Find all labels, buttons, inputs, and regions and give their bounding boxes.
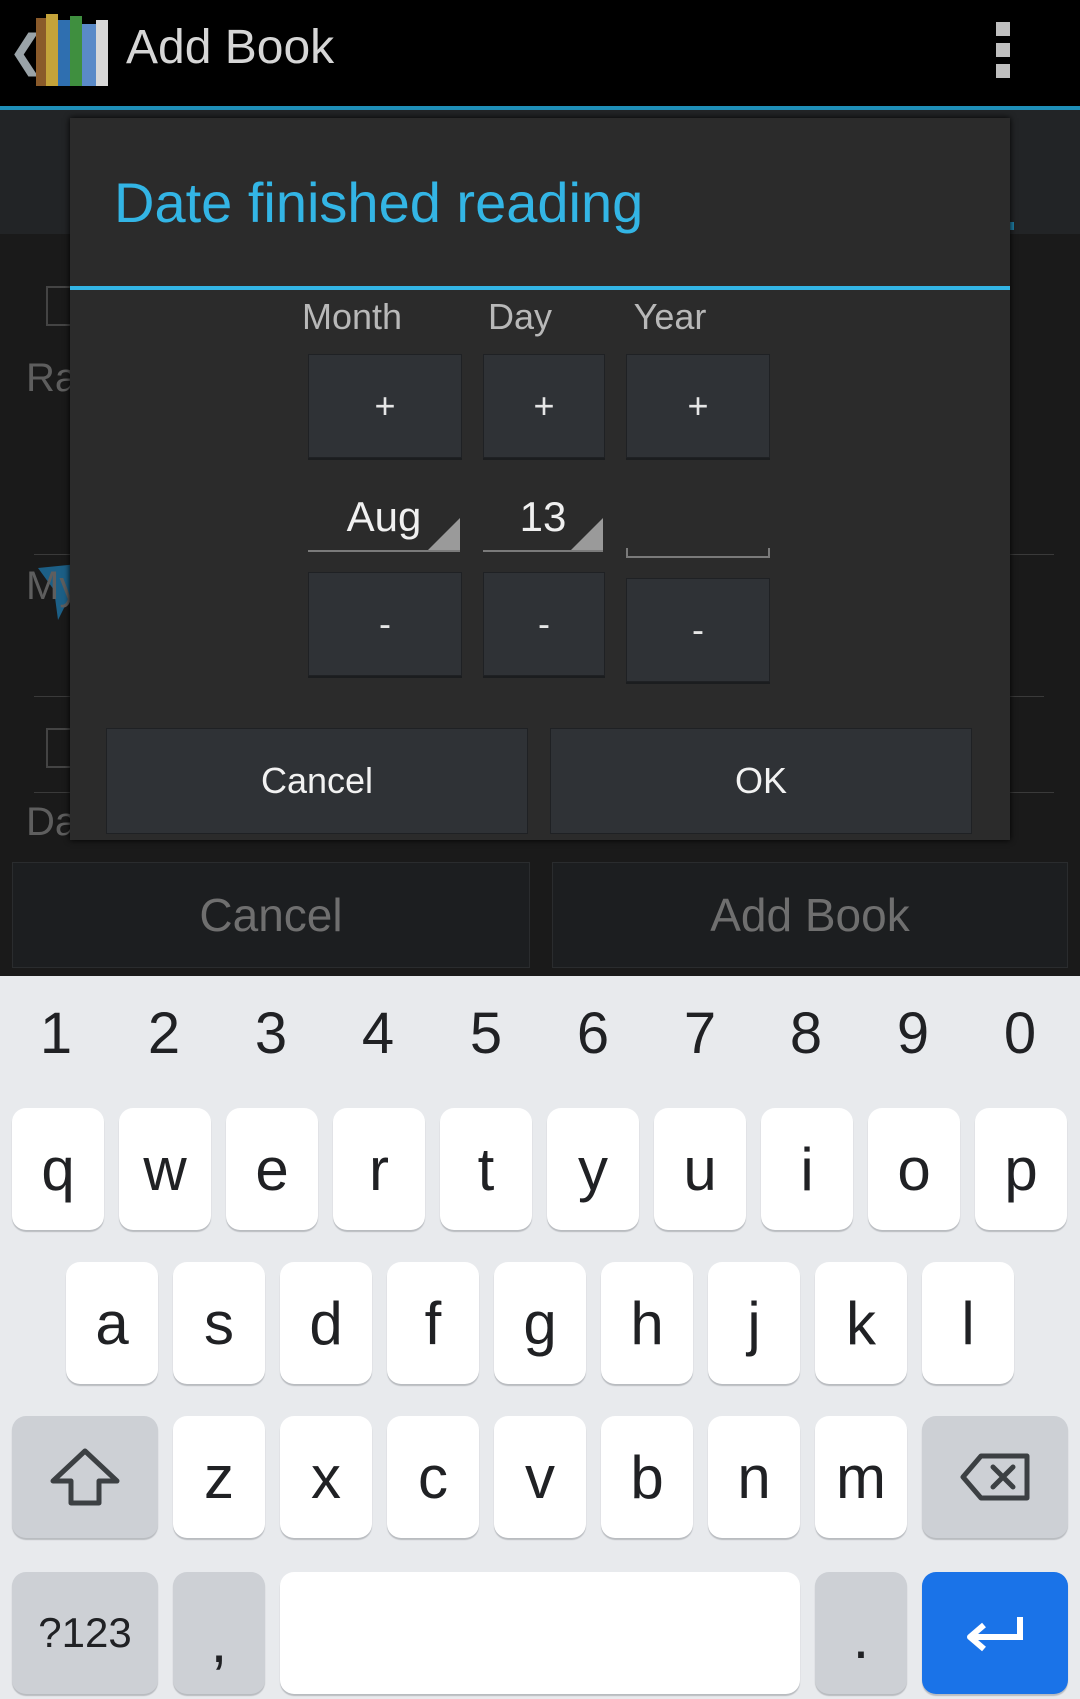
key-z[interactable]: z — [173, 1416, 265, 1538]
year-increment-button[interactable]: + — [626, 354, 770, 458]
key-8[interactable]: 8 — [766, 1000, 846, 1067]
month-spinner[interactable]: Aug — [308, 484, 460, 552]
day-increment-button[interactable]: + — [483, 354, 605, 458]
overflow-menu-icon[interactable] — [996, 22, 1010, 78]
key-o[interactable]: o — [868, 1108, 960, 1230]
key-b[interactable]: b — [601, 1416, 693, 1538]
number-row: 1 2 3 4 5 6 7 8 9 0 — [0, 1000, 1080, 1080]
key-3[interactable]: 3 — [231, 1000, 311, 1067]
page-title: Add Book — [126, 21, 335, 74]
soft-keyboard: 1 2 3 4 5 6 7 8 9 0 q w e r t y u i o p … — [0, 976, 1080, 1699]
key-4[interactable]: 4 — [338, 1000, 418, 1067]
app-logo-books-icon[interactable] — [34, 10, 110, 90]
enter-key[interactable] — [922, 1572, 1068, 1694]
key-i[interactable]: i — [761, 1108, 853, 1230]
key-q[interactable]: q — [12, 1108, 104, 1230]
day-value: 13 — [519, 493, 567, 540]
day-decrement-button[interactable]: - — [483, 572, 605, 676]
add-book-button[interactable]: Add Book — [552, 862, 1068, 968]
key-c[interactable]: c — [387, 1416, 479, 1538]
key-u[interactable]: u — [654, 1108, 746, 1230]
month-increment-button[interactable]: + — [308, 354, 462, 458]
key-m[interactable]: m — [815, 1416, 907, 1538]
year-input[interactable] — [626, 548, 770, 558]
month-label: Month — [301, 296, 403, 337]
key-l[interactable]: l — [922, 1262, 1014, 1384]
key-7[interactable]: 7 — [660, 1000, 740, 1067]
enter-arrow-icon — [967, 1617, 1023, 1652]
backspace-icon — [960, 1453, 1030, 1501]
key-w[interactable]: w — [119, 1108, 211, 1230]
dropdown-corner-icon — [428, 518, 460, 550]
key-f[interactable]: f — [387, 1262, 479, 1384]
key-g[interactable]: g — [494, 1262, 586, 1384]
shift-key[interactable] — [12, 1416, 158, 1538]
day-spinner[interactable]: 13 — [483, 484, 603, 552]
key-5[interactable]: 5 — [446, 1000, 526, 1067]
space-key[interactable] — [280, 1572, 800, 1694]
key-6[interactable]: 6 — [553, 1000, 633, 1067]
period-glyph: . — [852, 1604, 870, 1671]
key-s[interactable]: s — [173, 1262, 265, 1384]
key-p[interactable]: p — [975, 1108, 1067, 1230]
key-r[interactable]: r — [333, 1108, 425, 1230]
key-0[interactable]: 0 — [980, 1000, 1060, 1067]
comma-glyph: , — [210, 1608, 228, 1675]
action-bar: ❮ Add Book — [0, 0, 1080, 108]
dialog-title: Date finished reading — [114, 171, 644, 234]
key-h[interactable]: h — [601, 1262, 693, 1384]
dialog-cancel-button[interactable]: Cancel — [106, 728, 528, 834]
key-x[interactable]: x — [280, 1416, 372, 1538]
dialog-ok-button[interactable]: OK — [550, 728, 972, 834]
key-a[interactable]: a — [66, 1262, 158, 1384]
key-2[interactable]: 2 — [124, 1000, 204, 1067]
month-value: Aug — [346, 493, 422, 540]
key-y[interactable]: y — [547, 1108, 639, 1230]
dialog-title-divider — [70, 286, 1010, 290]
key-v[interactable]: v — [494, 1416, 586, 1538]
date-picker-dialog: Date finished reading Month Day Year + +… — [70, 118, 1010, 840]
cancel-button[interactable]: Cancel — [12, 862, 530, 968]
day-label: Day — [487, 296, 553, 337]
key-e[interactable]: e — [226, 1108, 318, 1230]
key-9[interactable]: 9 — [873, 1000, 953, 1067]
year-decrement-button[interactable]: - — [626, 578, 770, 682]
key-1[interactable]: 1 — [16, 1000, 96, 1067]
key-k[interactable]: k — [815, 1262, 907, 1384]
dropdown-corner-icon — [571, 518, 603, 550]
key-j[interactable]: j — [708, 1262, 800, 1384]
backspace-key[interactable] — [922, 1416, 1068, 1538]
key-d[interactable]: d — [280, 1262, 372, 1384]
year-label: Year — [633, 296, 707, 337]
period-key[interactable]: . — [815, 1572, 907, 1694]
month-decrement-button[interactable]: - — [308, 572, 462, 676]
shift-arrow-icon — [50, 1448, 120, 1506]
comma-key[interactable]: , — [173, 1572, 265, 1694]
key-t[interactable]: t — [440, 1108, 532, 1230]
symbols-key[interactable]: ?123 — [12, 1572, 158, 1694]
key-n[interactable]: n — [708, 1416, 800, 1538]
